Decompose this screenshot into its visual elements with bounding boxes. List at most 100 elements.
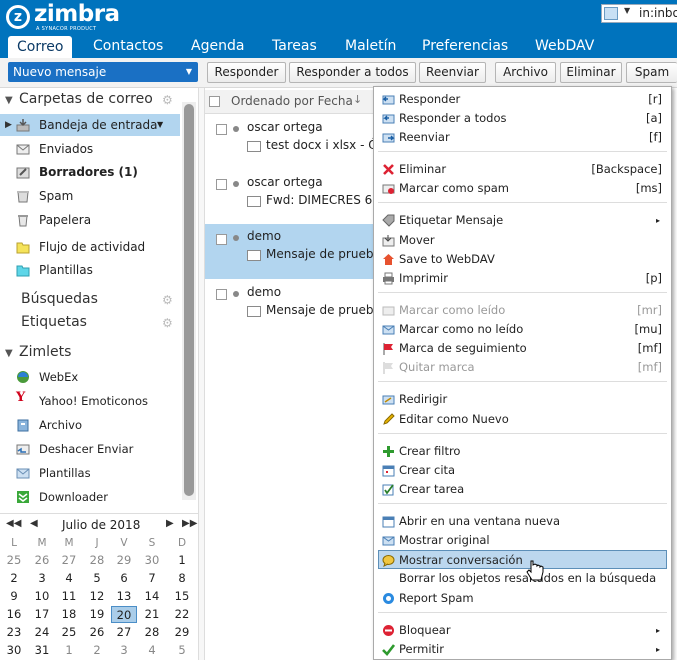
menu-item-mostrar-conversacion[interactable]: Mostrar conversación bbox=[378, 550, 667, 569]
menu-item-mostrar-original[interactable]: Mostrar original bbox=[374, 531, 671, 550]
calendar-day[interactable]: 11 bbox=[56, 588, 82, 605]
message-checkbox[interactable] bbox=[216, 124, 227, 135]
calendar-day[interactable]: 21 bbox=[139, 606, 165, 623]
calendar-day[interactable]: 28 bbox=[84, 552, 110, 569]
tab-tareas[interactable]: Tareas bbox=[272, 36, 317, 58]
prev-year-icon[interactable]: ◀◀ bbox=[6, 518, 21, 529]
zimlet-webex[interactable]: WebEx bbox=[0, 365, 180, 389]
calendar-day[interactable]: 15 bbox=[169, 588, 195, 605]
tab-contactos[interactable]: Contactos bbox=[93, 36, 163, 58]
menu-item-permitir[interactable]: Permitir ▸ bbox=[374, 640, 671, 659]
read-status-icon[interactable] bbox=[233, 181, 239, 187]
folder-item-activity-stream[interactable]: Flujo de actividad bbox=[0, 236, 180, 258]
chevron-down-icon[interactable]: ▼ bbox=[624, 6, 630, 15]
calendar-day[interactable]: 12 bbox=[84, 588, 110, 605]
calendar-day[interactable]: 8 bbox=[169, 570, 195, 587]
expand-icon[interactable]: ▶ bbox=[5, 114, 12, 136]
search-scope-icon[interactable] bbox=[604, 7, 618, 20]
new-message-button[interactable]: Nuevo mensaje ▼ bbox=[8, 62, 198, 82]
reply-button[interactable]: Responder bbox=[207, 62, 286, 83]
read-status-icon[interactable] bbox=[233, 126, 239, 132]
collapse-icon[interactable]: ▼ bbox=[5, 95, 19, 106]
next-month-icon[interactable]: ▶ bbox=[166, 518, 174, 529]
calendar-day[interactable]: 16 bbox=[1, 606, 27, 623]
folder-item-drafts[interactable]: Borradores (1) bbox=[0, 161, 180, 183]
archive-button[interactable]: Archivo bbox=[495, 62, 556, 83]
menu-item-crear-tarea[interactable]: Crear tarea bbox=[374, 480, 671, 499]
menu-item-editar-como-nuevo[interactable]: Editar como Nuevo bbox=[374, 410, 671, 429]
tab-agenda[interactable]: Agenda bbox=[191, 36, 244, 58]
menu-item-eliminar[interactable]: Eliminar [Backspace] bbox=[374, 160, 671, 179]
chevron-down-icon[interactable]: ▼ bbox=[157, 114, 163, 136]
menu-item-marcar-como-no-leido[interactable]: Marcar como no leído [mu] bbox=[374, 320, 671, 339]
calendar-day[interactable]: 1 bbox=[56, 642, 82, 659]
scrollbar-thumb[interactable] bbox=[184, 104, 194, 496]
calendar-day[interactable]: 3 bbox=[29, 570, 55, 587]
calendar-day[interactable]: 30 bbox=[139, 552, 165, 569]
calendar-day[interactable]: 18 bbox=[56, 606, 82, 623]
gear-icon[interactable]: ⚙ bbox=[162, 94, 174, 106]
menu-item-crear-cita[interactable]: Crear cita bbox=[374, 461, 671, 480]
calendar-day[interactable]: 28 bbox=[139, 624, 165, 641]
calendar-day[interactable]: 30 bbox=[1, 642, 27, 659]
menu-item-redirigir[interactable]: Redirigir bbox=[374, 390, 671, 409]
searches-header[interactable]: Búsquedas bbox=[21, 291, 98, 307]
menu-item-responder-a-todos[interactable]: Responder a todos [a] bbox=[374, 109, 671, 128]
sort-direction-icon[interactable]: ↓ bbox=[353, 93, 362, 106]
folder-item-spam[interactable]: Spam bbox=[0, 185, 180, 207]
menu-item-report-spam[interactable]: Report Spam bbox=[374, 589, 671, 608]
menu-item-responder[interactable]: Responder [r] bbox=[374, 90, 671, 109]
calendar-day[interactable]: 3 bbox=[111, 642, 137, 659]
zimlets-header[interactable]: ▼ Zimlets bbox=[5, 344, 71, 360]
calendar-day[interactable]: 25 bbox=[1, 552, 27, 569]
spam-button[interactable]: Spam bbox=[626, 62, 677, 83]
menu-item-save-to-webdav[interactable]: Save to WebDAV bbox=[374, 250, 671, 269]
calendar-day[interactable]: 5 bbox=[84, 570, 110, 587]
calendar-day[interactable]: 1 bbox=[169, 552, 195, 569]
mail-folders-header[interactable]: ▼ Carpetas de correo bbox=[5, 91, 153, 107]
read-status-icon[interactable] bbox=[233, 235, 239, 241]
menu-item-etiquetar-mensaje[interactable]: Etiquetar Mensaje ▸ bbox=[374, 211, 671, 230]
tags-header[interactable]: Etiquetas bbox=[21, 314, 87, 330]
menu-item-mover[interactable]: Mover bbox=[374, 231, 671, 250]
collapse-icon[interactable]: ▼ bbox=[5, 348, 19, 359]
calendar-day[interactable]: 4 bbox=[139, 642, 165, 659]
zimlet-downloader[interactable]: Downloader bbox=[0, 485, 180, 509]
gear-icon[interactable]: ⚙ bbox=[162, 317, 174, 329]
calendar-day[interactable]: 2 bbox=[1, 570, 27, 587]
zimlet-templates[interactable]: Plantillas bbox=[0, 461, 180, 485]
calendar-day[interactable]: 19 bbox=[84, 606, 110, 623]
folder-item-trash[interactable]: Papelera bbox=[0, 209, 180, 231]
calendar-day[interactable]: 29 bbox=[111, 552, 137, 569]
menu-item-marca-de-seguimiento[interactable]: Marca de seguimiento [mf] bbox=[374, 339, 671, 358]
tab-correo[interactable]: Correo bbox=[8, 36, 73, 59]
calendar-day[interactable]: 13 bbox=[111, 588, 137, 605]
menu-item-borrar-los-objetos-resaltados-en-la-busqueda[interactable]: Borrar los objetos resaltados en la búsq… bbox=[374, 569, 671, 588]
calendar-day[interactable]: 2 bbox=[84, 642, 110, 659]
tab-webdav[interactable]: WebDAV bbox=[535, 36, 594, 58]
calendar-day[interactable]: 27 bbox=[111, 624, 137, 641]
calendar-day[interactable]: 17 bbox=[29, 606, 55, 623]
select-all-checkbox[interactable] bbox=[209, 96, 220, 107]
reply-all-button[interactable]: Responder a todos bbox=[289, 62, 416, 83]
tab-preferencias[interactable]: Preferencias bbox=[422, 36, 508, 58]
calendar-day[interactable]: 5 bbox=[169, 642, 195, 659]
folder-item-inbox[interactable]: ▶ Bandeja de entrada ▼ bbox=[0, 114, 180, 136]
menu-item-bloquear[interactable]: Bloquear ▸ bbox=[374, 621, 671, 640]
calendar-day-today[interactable]: 20 bbox=[111, 606, 137, 623]
message-checkbox[interactable] bbox=[216, 234, 227, 245]
zimlet-yahoo-emoticons[interactable]: Y Yahoo! Emoticonos bbox=[0, 389, 180, 413]
prev-month-icon[interactable]: ◀ bbox=[30, 518, 38, 529]
message-checkbox[interactable] bbox=[216, 179, 227, 190]
calendar-day[interactable]: 25 bbox=[56, 624, 82, 641]
next-year-icon[interactable]: ▶▶ bbox=[182, 518, 197, 529]
calendar-day[interactable]: 31 bbox=[29, 642, 55, 659]
forward-button[interactable]: Reenviar bbox=[419, 62, 486, 83]
folder-item-sent[interactable]: Enviados bbox=[0, 138, 180, 160]
calendar-day[interactable]: 9 bbox=[1, 588, 27, 605]
menu-item-crear-filtro[interactable]: Crear filtro bbox=[374, 442, 671, 461]
calendar-day[interactable]: 24 bbox=[29, 624, 55, 641]
calendar-day[interactable]: 26 bbox=[29, 552, 55, 569]
calendar-day[interactable]: 27 bbox=[56, 552, 82, 569]
zimlet-archive[interactable]: Archivo bbox=[0, 413, 180, 437]
